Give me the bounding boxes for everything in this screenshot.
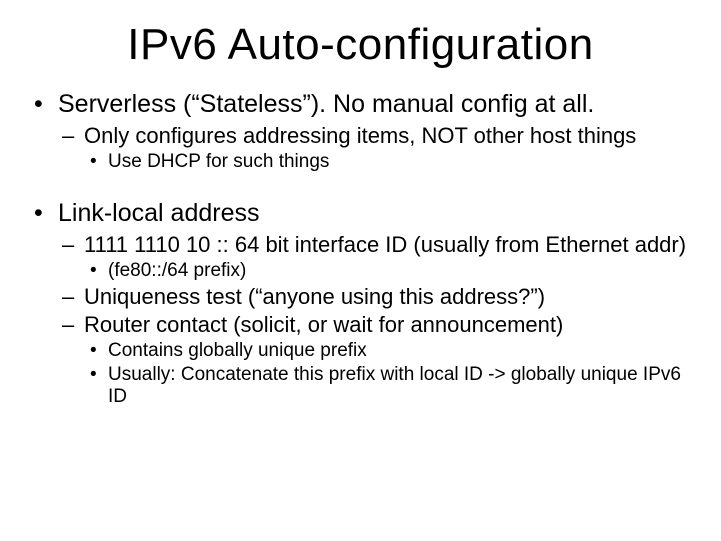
bullet-l3: Usually: Concatenate this prefix with lo… xyxy=(84,364,691,408)
bullet-list: Serverless (“Stateless”). No manual conf… xyxy=(30,90,691,173)
bullet-l1: Link-local address 1111 1110 10 :: 64 bi… xyxy=(30,199,691,408)
bullet-text: Router contact (solicit, or wait for ann… xyxy=(84,312,563,337)
bullet-list-l3: Contains globally unique prefix Usually:… xyxy=(84,340,691,408)
slide: IPv6 Auto-configuration Serverless (“Sta… xyxy=(0,0,721,541)
bullet-l2: 1111 1110 10 :: 64 bit interface ID (usu… xyxy=(58,232,691,282)
bullet-text: 1111 1110 10 :: 64 bit interface ID (usu… xyxy=(84,232,686,257)
spacer xyxy=(30,177,691,199)
bullet-list-l2: 1111 1110 10 :: 64 bit interface ID (usu… xyxy=(58,232,691,408)
bullet-l3: (fe80::/64 prefix) xyxy=(84,260,691,282)
bullet-list: Link-local address 1111 1110 10 :: 64 bi… xyxy=(30,199,691,408)
slide-title: IPv6 Auto-configuration xyxy=(30,20,691,70)
bullet-l1: Serverless (“Stateless”). No manual conf… xyxy=(30,90,691,173)
bullet-l2: Only configures addressing items, NOT ot… xyxy=(58,123,691,173)
bullet-list-l3: (fe80::/64 prefix) xyxy=(84,260,691,282)
bullet-l2: Router contact (solicit, or wait for ann… xyxy=(58,312,691,408)
bullet-l3: Use DHCP for such things xyxy=(84,151,691,173)
bullet-l3: Contains globally unique prefix xyxy=(84,340,691,362)
bullet-l2: Uniqueness test (“anyone using this addr… xyxy=(58,284,691,310)
bullet-text: Contains globally unique prefix xyxy=(108,340,367,361)
bullet-text: Uniqueness test (“anyone using this addr… xyxy=(84,284,545,309)
bullet-text: Serverless (“Stateless”). No manual conf… xyxy=(58,90,594,118)
bullet-list-l3: Use DHCP for such things xyxy=(84,151,691,173)
bullet-text: (fe80::/64 prefix) xyxy=(108,260,246,281)
bullet-text: Usually: Concatenate this prefix with lo… xyxy=(108,364,681,407)
bullet-text: Only configures addressing items, NOT ot… xyxy=(84,123,636,148)
bullet-text: Link-local address xyxy=(58,199,260,227)
bullet-list-l2: Only configures addressing items, NOT ot… xyxy=(58,123,691,173)
bullet-text: Use DHCP for such things xyxy=(108,151,329,172)
